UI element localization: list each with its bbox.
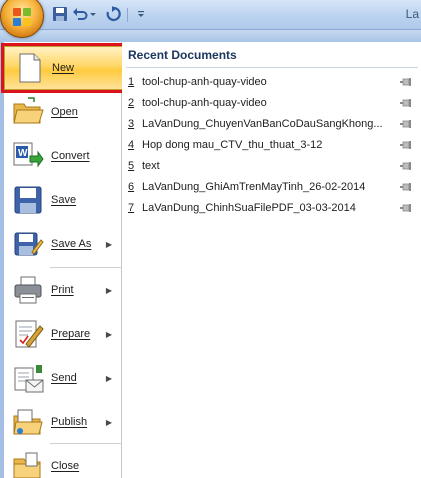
recent-document-item[interactable]: 5 text (122, 156, 418, 176)
recent-document-name: tool-chup-anh-quay-video (142, 97, 267, 109)
menu-item-publish[interactable]: Publish ▶ (4, 400, 122, 444)
recent-document-number: 2 (128, 97, 135, 109)
save-icon[interactable] (52, 6, 68, 22)
menu-item-label: Convert (51, 150, 90, 162)
submenu-arrow-icon: ▶ (105, 285, 112, 295)
pin-icon[interactable] (400, 203, 412, 213)
recent-document-number: 7 (128, 202, 135, 214)
close-folder-icon (13, 452, 41, 478)
pin-icon[interactable] (400, 77, 412, 87)
save-disk-icon (14, 186, 42, 214)
menu-item-label: Prepare (51, 328, 91, 340)
pin-icon[interactable] (400, 161, 412, 171)
pin-icon[interactable] (400, 140, 412, 150)
recent-document-name: LaVanDung_GhiAmTrenMayTinh_26-02-2014 (142, 181, 366, 193)
menu-item-label: Save As (51, 238, 92, 250)
save-as-icon (14, 232, 44, 256)
recent-document-number: 4 (128, 139, 135, 151)
recent-documents-divider (126, 67, 418, 68)
undo-icon[interactable] (72, 6, 88, 22)
recent-document-item[interactable]: 1 tool-chup-anh-quay-video (122, 72, 418, 92)
menu-item-save-as[interactable]: Save As ▶ (4, 222, 122, 266)
recent-document-name: LaVanDung_ChuyenVanBanCoDauSangKhong... (142, 118, 383, 130)
recent-document-item[interactable]: 7 LaVanDung_ChinhSuaFilePDF_03-03-2014 (122, 198, 418, 218)
submenu-arrow-icon: ▶ (105, 329, 112, 339)
submenu-arrow-icon: ▶ (105, 239, 112, 249)
title-bar: La (0, 0, 421, 38)
recent-document-name: LaVanDung_ChinhSuaFilePDF_03-03-2014 (142, 202, 356, 214)
recent-document-name: tool-chup-anh-quay-video (142, 76, 267, 88)
menu-item-label: Send (51, 372, 77, 384)
customize-quick-access-icon[interactable] (136, 6, 146, 22)
recent-document-number: 5 (128, 160, 135, 172)
menu-item-open[interactable]: Open (4, 90, 122, 134)
menu-item-prepare[interactable]: Prepare ▶ (4, 312, 122, 356)
recent-document-name: text (142, 160, 160, 172)
recent-document-item[interactable]: 6 LaVanDung_GhiAmTrenMayTinh_26-02-2014 (122, 177, 418, 197)
recent-document-number: 3 (128, 118, 135, 130)
convert-icon: W (13, 142, 44, 168)
recent-document-number: 6 (128, 181, 135, 193)
send-icon (14, 365, 44, 393)
menu-item-label: Print (51, 284, 74, 296)
menu-item-label: Open (51, 106, 78, 118)
menu-item-send[interactable]: Send ▶ (4, 356, 122, 400)
recent-document-item[interactable]: 3 LaVanDung_ChuyenVanBanCoDauSangKhong..… (122, 114, 418, 134)
new-document-icon (19, 53, 41, 83)
prepare-icon (15, 320, 44, 348)
office-menu-commands: New Open W Convert Save Save As ▶ Print … (1, 42, 131, 478)
menu-item-label: Close (51, 460, 80, 472)
publish-icon (13, 409, 43, 435)
menu-item-print[interactable]: Print ▶ (4, 268, 122, 312)
pin-icon[interactable] (400, 119, 412, 129)
svg-text:W: W (18, 148, 28, 159)
toolbar-separator (127, 8, 128, 22)
recent-document-item[interactable]: 2 tool-chup-anh-quay-video (122, 93, 418, 113)
office-logo-icon (13, 8, 31, 26)
recent-documents-title: Recent Documents (128, 48, 237, 62)
undo-dropdown-icon[interactable] (89, 6, 97, 22)
menu-item-new[interactable]: New (1, 43, 131, 93)
printer-icon (14, 276, 42, 304)
menu-item-close[interactable]: Close (4, 444, 122, 478)
pin-icon[interactable] (400, 98, 412, 108)
recent-document-item[interactable]: 4 Hop dong mau_CTV_thu_thuat_3-12 (122, 135, 418, 155)
submenu-arrow-icon: ▶ (105, 417, 112, 427)
submenu-arrow-icon: ▶ (105, 373, 112, 383)
recent-document-number: 1 (128, 76, 135, 88)
menu-item-convert[interactable]: W Convert (4, 134, 122, 178)
recent-documents-pane: Recent Documents 1 tool-chup-anh-quay-vi… (122, 42, 421, 478)
menu-item-label: New (52, 62, 75, 74)
office-menu-header (0, 30, 421, 42)
recent-document-name: Hop dong mau_CTV_thu_thuat_3-12 (142, 139, 323, 151)
open-folder-icon (13, 97, 44, 124)
menu-item-label: Save (51, 194, 77, 206)
pin-icon[interactable] (400, 182, 412, 192)
redo-icon[interactable] (105, 6, 121, 22)
menu-item-label: Publish (51, 416, 88, 428)
menu-item-save[interactable]: Save (4, 178, 122, 222)
window-title: La (405, 7, 419, 21)
